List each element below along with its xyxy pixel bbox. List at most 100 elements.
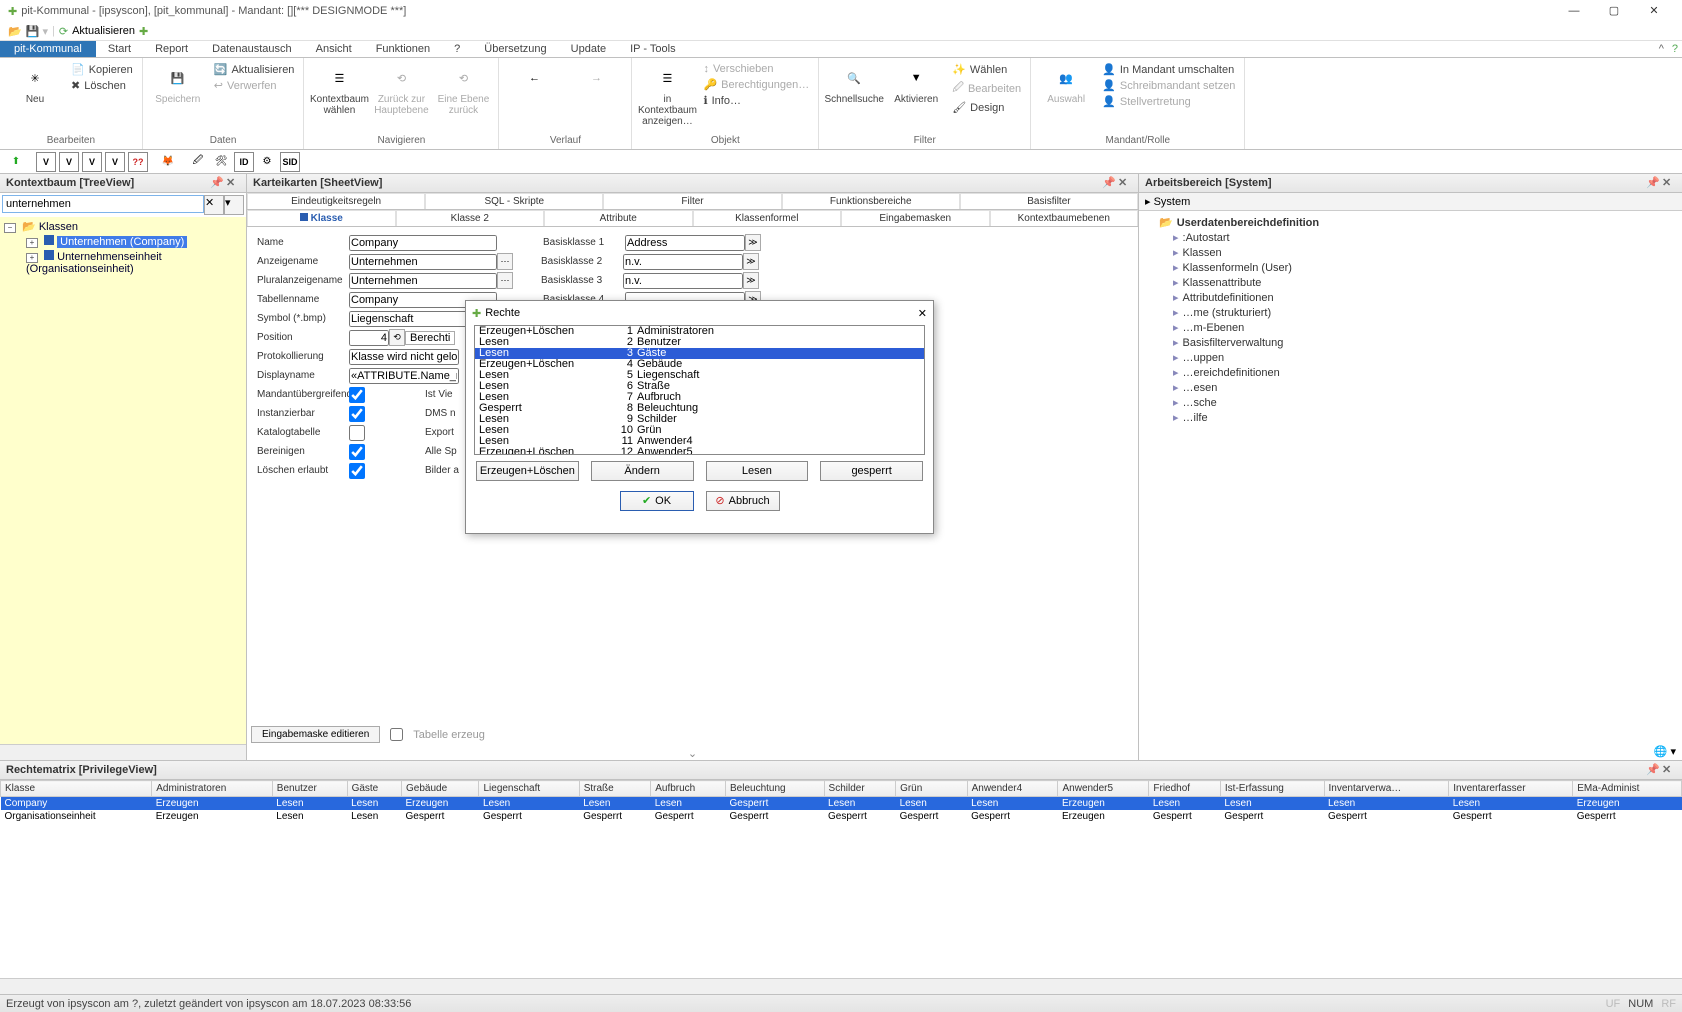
qat-refresh-label[interactable]: Aktualisieren [72,25,135,37]
list-row[interactable]: Erzeugen+Löschen4Gebäude [475,359,924,370]
list-row[interactable]: Lesen6Straße [475,381,924,392]
dialog-close-icon[interactable]: ✕ [918,307,927,320]
ribbon-button[interactable]: 🖌Design [949,100,1024,115]
cancel-button[interactable]: ⊘Abbruch [706,491,780,511]
sys-group-header[interactable]: ▸ System [1139,193,1682,211]
position-input[interactable] [349,330,389,346]
minimize-button[interactable]: — [1554,0,1594,22]
tab[interactable]: Basisfilter [960,193,1138,209]
tab[interactable]: SQL - Skripte [425,193,603,209]
tab-ansicht[interactable]: Ansicht [304,41,364,57]
ribbon-button[interactable]: ← [505,60,563,94]
tab[interactable]: Klasse [247,210,396,226]
list-row[interactable]: Erzeugen+Löschen1Administratoren [475,326,924,337]
qat-refresh-icon[interactable]: ⟳ [59,25,68,38]
col-header[interactable]: Grün [896,781,968,797]
tab[interactable]: Filter [603,193,781,209]
basis3-input[interactable] [623,273,743,289]
ribbon-help-icon[interactable]: ? [1668,43,1682,55]
col-header[interactable]: Schilder [824,781,896,797]
col-header[interactable]: Straße [579,781,651,797]
col-header[interactable]: Klasse [1,781,152,797]
pin-icon[interactable]: 📌 [1646,176,1660,190]
col-header[interactable]: Ist-Erfassung [1220,781,1324,797]
hscroll[interactable] [0,744,246,760]
col-header[interactable]: Inventarverwa… [1324,781,1449,797]
col-header[interactable]: Anwender5 [1058,781,1149,797]
basis2-btn[interactable]: ≫ [743,253,759,270]
proto-input[interactable] [349,349,459,365]
tab[interactable]: Klasse 2 [396,210,545,226]
tab-update[interactable]: Update [559,41,618,57]
display-input[interactable] [349,368,459,384]
name-input[interactable] [349,235,497,251]
table-row[interactable]: OrganisationseinheitErzeugenLesenLesenGe… [1,810,1682,823]
sys-tree-item[interactable]: ▸ Klassen [1145,245,1676,260]
sys-tree-item[interactable]: ▸ …uppen [1145,350,1676,365]
anzeige-input[interactable] [349,254,497,270]
tb-pref-icon[interactable]: ⚙ [257,152,277,172]
ribbon-button[interactable]: ☰Kontextbaum wählen [310,60,368,116]
sys-tree-item[interactable]: 📂 Userdatenbereichdefinition [1145,215,1676,230]
col-header[interactable]: Aufbruch [651,781,726,797]
col-header[interactable]: Liegenschaft [479,781,579,797]
sys-tree-item[interactable]: ▸ Basisfilterverwaltung [1145,335,1676,350]
tab[interactable]: Attribute [544,210,693,226]
ribbon-button[interactable]: 📄Kopieren [68,62,136,77]
tb-v1-icon[interactable]: V [36,152,56,172]
col-header[interactable]: Gäste [347,781,401,797]
col-header[interactable]: Gebäude [401,781,478,797]
tab[interactable]: Funktionsbereiche [782,193,960,209]
list-row[interactable]: Lesen10Grün [475,425,924,436]
col-header[interactable]: Anwender4 [967,781,1058,797]
ribbon-collapse-icon[interactable]: ^ [1655,43,1668,55]
tb-v3-icon[interactable]: V [82,152,102,172]
tb-firefox-icon[interactable]: 🦊 [158,152,178,172]
sys-tree-item[interactable]: ▸ …m-Ebenen [1145,320,1676,335]
pin-icon[interactable]: 📌 [1646,763,1660,777]
tab-uebersetzung[interactable]: Übersetzung [472,41,558,57]
qat-open-icon[interactable]: 📂 [8,25,22,38]
tree-item[interactable]: + Unternehmen (Company) [26,234,242,249]
dialog-action-button[interactable]: gesperrt [820,461,923,481]
col-header[interactable]: Inventarerfasser [1449,781,1573,797]
tab[interactable]: Klassenformel [693,210,842,226]
ribbon-button[interactable]: ☰in Kontextbaum anzeigen… [638,60,696,127]
qat-save-icon[interactable]: 💾 ▾ [26,25,48,38]
tab-iptools[interactable]: IP - Tools [618,41,687,57]
close-panel-icon[interactable]: ✕ [1662,176,1676,190]
tab-report[interactable]: Report [143,41,200,57]
priv-table[interactable]: KlasseAdministratorenBenutzerGästeGebäud… [0,780,1682,978]
pin-icon[interactable]: 📌 [210,176,224,190]
link-btn[interactable]: ⟲ [389,329,405,346]
katalog-check[interactable] [349,425,365,441]
tb-id-icon[interactable]: ID [234,152,254,172]
tab-file[interactable]: pit-Kommunal [0,41,96,57]
table-row[interactable]: CompanyErzeugenLesenLesenErzeugenLesenLe… [1,797,1682,811]
tab-help[interactable]: ? [442,41,472,57]
mandant-check[interactable] [349,387,365,403]
basis3-btn[interactable]: ≫ [743,272,759,289]
maximize-button[interactable]: ▢ [1594,0,1634,22]
basis1-btn[interactable]: ≫ [745,234,761,251]
expand-icon[interactable]: + [26,253,38,263]
col-header[interactable]: Benutzer [272,781,347,797]
close-panel-icon[interactable]: ✕ [1118,176,1132,190]
tb-up-icon[interactable]: ⬆ [6,152,26,172]
berecht-btn[interactable]: Berechti [405,331,455,345]
tree-search-clear-icon[interactable]: ✕ [204,195,224,215]
ribbon-button[interactable]: 🔄Aktualisieren [211,62,298,77]
ribbon-button[interactable]: ℹInfo… [700,93,812,108]
sys-tree-item[interactable]: ▸ …ereichdefinitionen [1145,365,1676,380]
dialog-action-button[interactable]: Ändern [591,461,694,481]
col-header[interactable]: Beleuchtung [726,781,825,797]
pin-icon[interactable]: 📌 [1102,176,1116,190]
tb-sid-icon[interactable]: SID [280,152,300,172]
ribbon-button[interactable]: 👤In Mandant umschalten [1099,62,1238,77]
close-panel-icon[interactable]: ✕ [226,176,240,190]
sys-tree-item[interactable]: ▸ …sche [1145,395,1676,410]
tb-v4-icon[interactable]: V [105,152,125,172]
instanz-check[interactable] [349,406,365,422]
edit-mask-button[interactable]: Eingabemaske editieren [251,726,380,743]
sfx-btn[interactable]: ⋯ [497,272,513,289]
